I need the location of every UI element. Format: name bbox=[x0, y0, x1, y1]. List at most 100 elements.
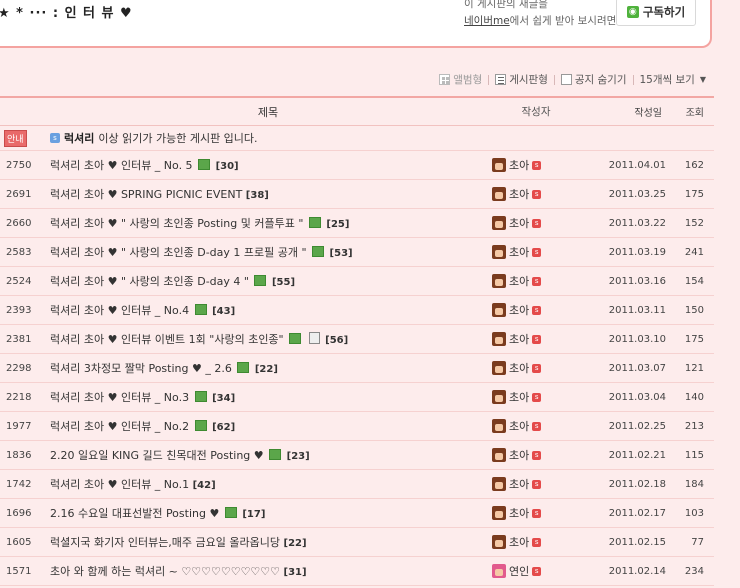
table-row[interactable]: 2750 럭셔리 초아 ♥ 인터뷰 _ No. 5 [30] 초아 s 2011… bbox=[0, 151, 714, 180]
author-cell[interactable]: 초아 s bbox=[492, 331, 580, 347]
level-badge-icon: s bbox=[532, 479, 542, 489]
author-cell[interactable]: 초아 s bbox=[492, 534, 580, 550]
table-row[interactable]: 2218 럭셔리 초아 ♥ 인터뷰 _ No.3 [34] 초아 s 2011.… bbox=[0, 383, 714, 412]
badge-icon: s bbox=[50, 133, 60, 143]
per-page-select[interactable]: 15개씩 보기 ▼ bbox=[640, 72, 707, 87]
post-date: 2011.02.17 bbox=[608, 507, 666, 519]
post-date: 2011.03.16 bbox=[608, 275, 666, 287]
post-date: 2011.03.11 bbox=[608, 304, 666, 316]
level-badge-icon: s bbox=[532, 218, 542, 228]
level-badge-icon: s bbox=[532, 247, 542, 257]
author-cell[interactable]: 초아 s bbox=[492, 244, 580, 260]
table-row[interactable]: 1742 럭셔리 초아 ♥ 인터뷰 _ No.1 [42] 초아 s 2011.… bbox=[0, 470, 714, 499]
naver-me-link[interactable]: 네이버me bbox=[464, 15, 510, 27]
header-date: 작성일 bbox=[634, 108, 662, 119]
author-cell[interactable]: 초아 s bbox=[492, 215, 580, 231]
header-author: 작성자 bbox=[521, 106, 551, 118]
post-title-cell: 럭셔리 초아 ♥ 인터뷰 _ No.2 [62] bbox=[44, 418, 492, 434]
image-attachment-icon bbox=[254, 275, 267, 286]
table-row[interactable]: 2524 럭셔리 초아 ♥ " 사랑의 초인종 D-day 4 " [55] 초… bbox=[0, 267, 714, 296]
author-cell[interactable]: 초아 s bbox=[492, 157, 580, 173]
author-cell[interactable]: 초아 s bbox=[492, 186, 580, 202]
post-number: 2524 bbox=[6, 275, 32, 287]
post-title-link[interactable]: 럭셔리 초아 ♥ SPRING PICNIC EVENT bbox=[50, 188, 242, 201]
chevron-down-icon: ▼ bbox=[699, 75, 706, 84]
post-title-cell: 럭셔리 초아 ♥ " 사랑의 초인종 Posting 및 커플투표 " [25] bbox=[44, 215, 492, 231]
avatar-icon bbox=[492, 361, 506, 375]
post-title-link[interactable]: 럭셔리 초아 ♥ " 사랑의 초인종 D-day 1 프로필 공개 " bbox=[50, 246, 307, 259]
table-row[interactable]: 1977 럭셔리 초아 ♥ 인터뷰 _ No.2 [62] 초아 s 2011.… bbox=[0, 412, 714, 441]
author-name: 초아 bbox=[509, 507, 530, 520]
table-row[interactable]: 1836 2.20 일요일 KING 길드 친목대전 Posting ♥ [23… bbox=[0, 441, 714, 470]
post-title-link[interactable]: 럭셔리 초아 ♥ 인터뷰 _ No.3 bbox=[50, 391, 189, 404]
author-cell[interactable]: 초아 s bbox=[492, 273, 580, 289]
image-attachment-icon bbox=[194, 304, 207, 315]
comment-count[interactable]: [34] bbox=[212, 393, 235, 404]
post-title-link[interactable]: 럭셔리 초아 ♥ 인터뷰 _ No. 5 bbox=[50, 159, 193, 172]
post-date: 2011.02.21 bbox=[608, 449, 666, 461]
post-title-link[interactable]: 2.20 일요일 KING 길드 친목대전 Posting ♥ bbox=[50, 449, 264, 462]
table-row[interactable]: 2381 럭셔리 초아 ♥ 인터뷰 이벤트 1회 "사랑의 초인종" [56] … bbox=[0, 325, 714, 354]
table-row[interactable]: 2583 럭셔리 초아 ♥ " 사랑의 초인종 D-day 1 프로필 공개 "… bbox=[0, 238, 714, 267]
post-title-link[interactable]: 럭셜지국 화기자 인터뷰는,매주 금요일 올라옵니당 bbox=[50, 536, 280, 549]
comment-count[interactable]: [25] bbox=[326, 219, 349, 230]
comment-count[interactable]: [42] bbox=[193, 480, 216, 491]
comment-count[interactable]: [55] bbox=[272, 277, 295, 288]
avatar-icon bbox=[492, 535, 506, 549]
author-cell[interactable]: 초아 s bbox=[492, 389, 580, 405]
post-date: 2011.03.10 bbox=[608, 333, 666, 345]
post-title-link[interactable]: 럭셔리 초아 ♥ " 사랑의 초인종 Posting 및 커플투표 " bbox=[50, 217, 303, 230]
avatar-icon bbox=[492, 245, 506, 259]
post-title-cell: 럭셔리 초아 ♥ 인터뷰 _ No.1 [42] bbox=[44, 476, 492, 492]
comment-count[interactable]: [53] bbox=[330, 248, 353, 259]
comment-count[interactable]: [43] bbox=[212, 306, 235, 317]
table-row[interactable]: 2298 럭셔리 3차정모 짤막 Posting ♥ _ 2.6 [22] 초아… bbox=[0, 354, 714, 383]
level-badge-icon: s bbox=[532, 334, 542, 344]
post-date: 2011.03.07 bbox=[608, 362, 666, 374]
table-row[interactable]: 1605 럭셜지국 화기자 인터뷰는,매주 금요일 올라옵니당 [22] 초아 … bbox=[0, 528, 714, 557]
post-title-link[interactable]: 럭셔리 3차정모 짤막 Posting ♥ _ 2.6 bbox=[50, 362, 232, 375]
author-cell[interactable]: 초아 s bbox=[492, 447, 580, 463]
author-cell[interactable]: 초아 s bbox=[492, 360, 580, 376]
avatar-icon bbox=[492, 187, 506, 201]
author-cell[interactable]: 초아 s bbox=[492, 418, 580, 434]
table-row[interactable]: 2691 럭셔리 초아 ♥ SPRING PICNIC EVENT [38] 초… bbox=[0, 180, 714, 209]
post-title-link[interactable]: 럭셔리 초아 ♥ 인터뷰 이벤트 1회 "사랑의 초인종" bbox=[50, 333, 284, 346]
post-title-link[interactable]: 초아 와 함께 하는 럭셔리 ~ ♡♡♡♡♡♡♡♡♡♡ bbox=[50, 565, 280, 578]
post-title-link[interactable]: 럭셔리 초아 ♥ 인터뷰 _ No.1 bbox=[50, 478, 189, 491]
comment-count[interactable]: [17] bbox=[242, 509, 265, 520]
author-cell[interactable]: 초아 s bbox=[492, 505, 580, 521]
hide-notice-checkbox[interactable]: 공지 숨기기 bbox=[560, 72, 627, 87]
album-view-option[interactable]: 앨범형 bbox=[439, 72, 482, 87]
subscribe-button[interactable]: ◉ 구독하기 bbox=[616, 0, 696, 26]
post-title-link[interactable]: 럭셔리 초아 ♥ " 사랑의 초인종 D-day 4 " bbox=[50, 275, 249, 288]
comment-count[interactable]: [31] bbox=[284, 567, 307, 578]
comment-count[interactable]: [56] bbox=[325, 335, 348, 346]
board-view-option[interactable]: 게시판형 bbox=[495, 72, 548, 87]
checkbox-icon bbox=[560, 74, 572, 85]
post-title-cell: 럭셔리 초아 ♥ 인터뷰 _ No. 5 [30] bbox=[44, 157, 492, 173]
table-row[interactable]: 1571 초아 와 함께 하는 럭셔리 ~ ♡♡♡♡♡♡♡♡♡♡ [31] 연인… bbox=[0, 557, 714, 586]
divider bbox=[632, 74, 634, 85]
post-date: 2011.02.18 bbox=[608, 478, 666, 490]
author-cell[interactable]: 연인 s bbox=[492, 563, 580, 579]
post-title-link[interactable]: 2.16 수요일 대표선발전 Posting ♥ bbox=[50, 507, 219, 520]
comment-count[interactable]: [30] bbox=[216, 161, 239, 172]
table-row[interactable]: 2393 럭셔리 초아 ♥ 인터뷰 _ No.4 [43] 초아 s 2011.… bbox=[0, 296, 714, 325]
comment-count[interactable]: [38] bbox=[246, 190, 269, 201]
table-row[interactable]: 1696 2.16 수요일 대표선발전 Posting ♥ [17] 초아 s … bbox=[0, 499, 714, 528]
view-count: 150 bbox=[684, 304, 704, 316]
image-attachment-icon bbox=[224, 507, 237, 518]
author-cell[interactable]: 초아 s bbox=[492, 302, 580, 318]
comment-count[interactable]: [62] bbox=[212, 422, 235, 433]
list-icon bbox=[495, 74, 507, 85]
post-title-link[interactable]: 럭셔리 초아 ♥ 인터뷰 _ No.4 bbox=[50, 304, 189, 317]
comment-count[interactable]: [23] bbox=[287, 451, 310, 462]
post-title-link[interactable]: 럭셔리 초아 ♥ 인터뷰 _ No.2 bbox=[50, 420, 189, 433]
table-row[interactable]: 2660 럭셔리 초아 ♥ " 사랑의 초인종 Posting 및 커플투표 "… bbox=[0, 209, 714, 238]
comment-count[interactable]: [22] bbox=[284, 538, 307, 549]
comment-count[interactable]: [22] bbox=[255, 364, 278, 375]
view-count: 140 bbox=[684, 391, 704, 403]
view-count: 121 bbox=[684, 362, 704, 374]
author-cell[interactable]: 초아 s bbox=[492, 476, 580, 492]
